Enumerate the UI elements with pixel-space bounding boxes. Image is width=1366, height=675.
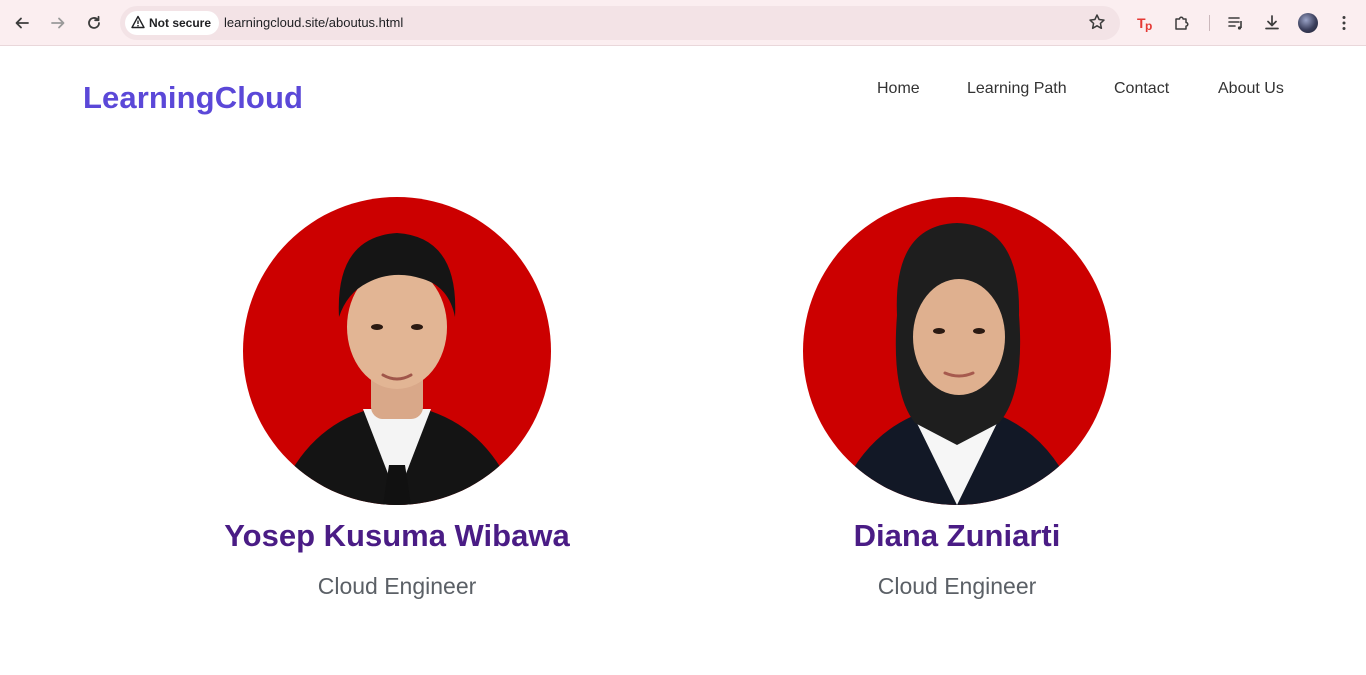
- page-content: LearningCloud Home Learning Path Contact…: [0, 47, 1366, 675]
- tp-extension-icon[interactable]: Tp: [1134, 11, 1158, 35]
- star-icon[interactable]: [1088, 13, 1106, 36]
- nav-contact[interactable]: Contact: [1114, 80, 1169, 98]
- profile-photo: [803, 197, 1111, 505]
- download-icon[interactable]: [1260, 11, 1284, 35]
- back-icon[interactable]: [10, 11, 34, 35]
- brand-logo[interactable]: LearningCloud: [83, 80, 303, 116]
- browser-toolbar: Not secure learningcloud.site/aboutus.ht…: [0, 0, 1366, 46]
- nav-learning-path[interactable]: Learning Path: [967, 80, 1067, 98]
- team-role: Cloud Engineer: [317, 573, 477, 599]
- puzzle-icon[interactable]: [1170, 11, 1194, 35]
- nav-about-us[interactable]: About Us: [1218, 80, 1284, 98]
- forward-icon[interactable]: [46, 11, 70, 35]
- kebab-menu-icon[interactable]: [1332, 11, 1356, 35]
- nav-home[interactable]: Home: [877, 80, 920, 98]
- address-bar[interactable]: Not secure learningcloud.site/aboutus.ht…: [120, 6, 1120, 40]
- reload-icon[interactable]: [82, 11, 106, 35]
- svg-text:p: p: [1145, 19, 1152, 32]
- avatar[interactable]: [1298, 13, 1318, 33]
- profile-photo: [243, 197, 551, 505]
- media-icon[interactable]: [1224, 11, 1248, 35]
- security-chip[interactable]: Not secure: [125, 11, 220, 35]
- url-text[interactable]: learningcloud.site/aboutus.html: [224, 15, 403, 30]
- toolbar-separator: [1209, 15, 1210, 31]
- team-name: Diana Zuniarti: [853, 518, 1061, 553]
- security-label: Not secure: [149, 16, 212, 30]
- warning-icon: [131, 15, 145, 32]
- team-role: Cloud Engineer: [877, 573, 1037, 599]
- team-name: Yosep Kusuma Wibawa: [224, 518, 570, 553]
